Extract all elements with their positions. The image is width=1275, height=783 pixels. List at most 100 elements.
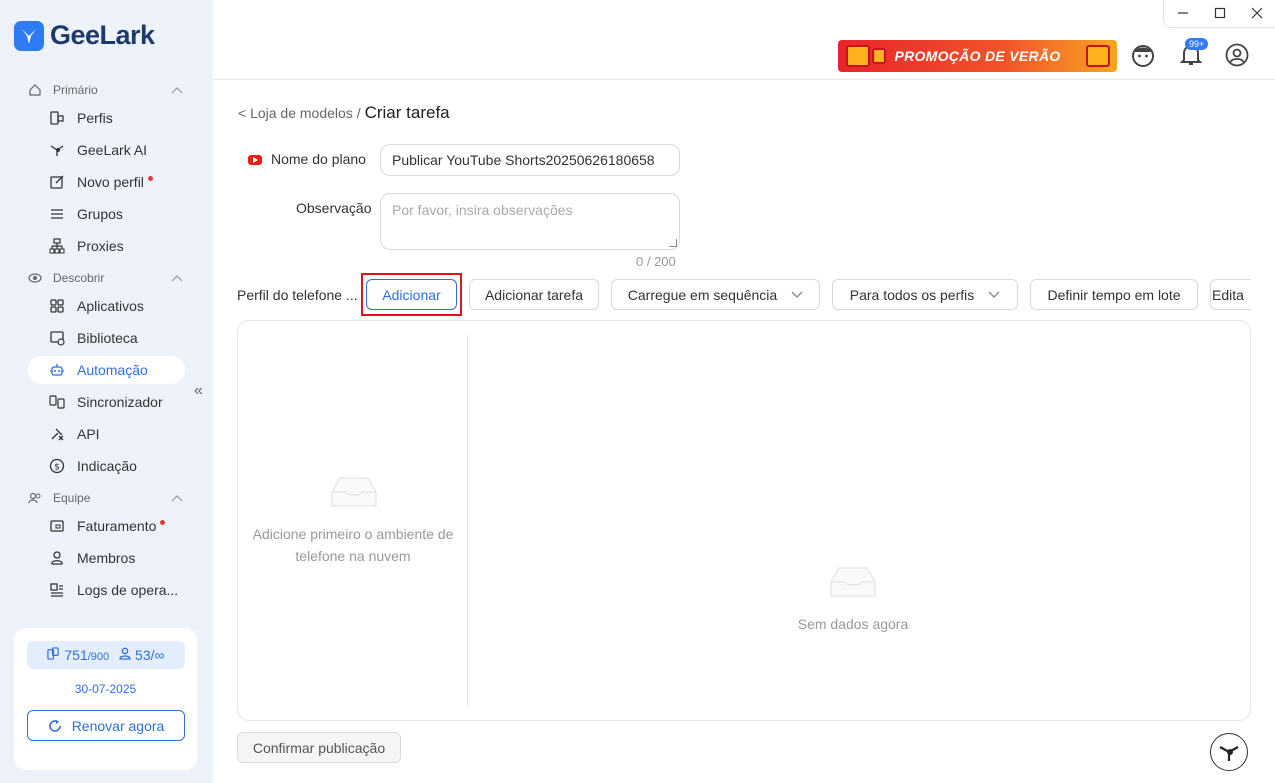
sidebar-item-geelark-ai[interactable]: GeeLark AI (28, 136, 185, 164)
sidebar-item-logs[interactable]: Logs de opera... (28, 576, 185, 604)
window-controls (1163, 0, 1275, 28)
list-icon (48, 205, 66, 223)
sidebar-item-grupos[interactable]: Grupos (28, 200, 185, 228)
app-logo[interactable]: GeeLark (14, 20, 155, 51)
section-label: Primário (53, 83, 98, 97)
batch-time-button[interactable]: Definir tempo em lote (1030, 279, 1198, 310)
sync-icon (48, 393, 66, 411)
observation-textarea[interactable]: Por favor, insira observações (380, 193, 680, 250)
section-label: Descobrir (53, 271, 105, 285)
edit-icon (48, 173, 66, 191)
sidebar-item-membros[interactable]: Membros (28, 544, 185, 572)
collapse-sidebar-icon[interactable]: « (194, 382, 203, 400)
sidebar: GeeLark Primário Perfis GeeLark AI Novo … (0, 0, 213, 783)
sidebar-item-perfis[interactable]: Perfis (28, 104, 185, 132)
char-counter: 0 / 200 (636, 254, 676, 269)
summer-promo-banner[interactable]: PROMOÇÃO DE VERÃO (838, 40, 1117, 72)
edit-button[interactable]: Edita (1210, 279, 1251, 310)
ai-icon (48, 141, 66, 159)
sidebar-item-label: Perfis (77, 110, 113, 126)
section-descobrir[interactable]: Descobrir (28, 268, 183, 288)
geelark-logo-icon (14, 20, 44, 51)
support-avatar-icon[interactable] (1130, 42, 1156, 68)
sidebar-item-faturamento[interactable]: Faturamento (28, 512, 185, 540)
robot-icon (48, 361, 66, 379)
resize-handle-icon[interactable] (669, 239, 677, 247)
member-icon (119, 647, 131, 660)
member-quota: 53/∞ (119, 647, 165, 663)
load-sequence-select[interactable]: Carregue em sequência (611, 279, 820, 310)
breadcrumb: < Loja de modelos / Criar tarefa (238, 103, 450, 123)
section-label: Equipe (53, 491, 91, 505)
phones-max: /900 (87, 651, 110, 663)
svg-text:$: $ (54, 463, 60, 473)
phone-profile-label: Perfil do telefone ... (237, 287, 358, 303)
chevron-up-icon (171, 83, 183, 97)
chevron-up-icon (171, 491, 183, 505)
empty-inbox-icon (331, 477, 377, 507)
api-icon (48, 425, 66, 443)
maximize-icon[interactable] (1214, 6, 1226, 22)
apps-icon (48, 297, 66, 315)
billing-icon (48, 517, 66, 535)
assistant-float-icon[interactable] (1210, 733, 1248, 771)
logs-icon (48, 581, 66, 599)
user-profile-icon[interactable] (1224, 42, 1250, 68)
notification-dot (147, 175, 153, 181)
section-equipe[interactable]: Equipe (28, 488, 183, 508)
sidebar-item-label: Novo perfil (77, 174, 144, 190)
youtube-icon (248, 155, 262, 166)
members-count: 53/∞ (135, 647, 165, 663)
minimize-icon[interactable] (1177, 6, 1189, 22)
chevron-down-icon (988, 288, 1000, 302)
dollar-icon: $ (48, 457, 66, 475)
sidebar-item-api[interactable]: API (28, 420, 185, 448)
empty-inbox-icon (830, 567, 876, 597)
sidebar-item-label: Grupos (77, 206, 123, 222)
all-profiles-label: Para todos os perfis (849, 286, 975, 303)
highlight-frame (361, 273, 462, 316)
phone-icon (47, 647, 60, 660)
notification-badge: 99+ (1185, 38, 1209, 50)
chevron-up-icon (171, 271, 183, 285)
gift-icon (1086, 45, 1110, 67)
sidebar-item-label: Biblioteca (77, 330, 138, 346)
sidebar-item-proxies[interactable]: Proxies (28, 232, 185, 260)
sidebar-item-label: GeeLark AI (77, 142, 148, 158)
library-icon (48, 329, 66, 347)
user-icon (48, 549, 66, 567)
sidebar-item-label: Logs de opera... (77, 582, 179, 598)
panel-divider (467, 335, 468, 706)
sidebar-item-label: Membros (77, 550, 136, 566)
sidebar-item-biblioteca[interactable]: Biblioteca (28, 324, 185, 352)
phone-quota: 751/900 (47, 647, 109, 663)
profiles-icon (48, 109, 66, 127)
phones-used: 751 (64, 647, 88, 663)
profiles-panel (237, 320, 1251, 721)
promo-label: PROMOÇÃO DE VERÃO (894, 48, 1061, 64)
plan-name-input[interactable]: Publicar YouTube Shorts20250626180658 (380, 144, 680, 176)
sidebar-item-indicacao[interactable]: $ Indicação (28, 452, 185, 480)
add-task-button[interactable]: Adicionar tarefa (469, 279, 599, 310)
section-primario[interactable]: Primário (28, 80, 183, 100)
confirm-publish-button[interactable]: Confirmar publicação (237, 732, 401, 763)
gift-icon (872, 48, 886, 64)
sidebar-item-novo-perfil[interactable]: Novo perfil (28, 168, 185, 196)
eye-icon (28, 270, 44, 286)
chevron-down-icon (791, 288, 803, 302)
account-stats: 751/900 53/∞ (27, 641, 185, 669)
breadcrumb-back-link[interactable]: < Loja de modelos / (238, 105, 361, 121)
batch-time-label: Definir tempo em lote (1047, 286, 1181, 303)
all-profiles-select[interactable]: Para todos os perfis (832, 279, 1018, 310)
sidebar-item-sincronizador[interactable]: Sincronizador (28, 388, 185, 416)
sidebar-item-label: API (77, 426, 100, 442)
sidebar-item-aplicativos[interactable]: Aplicativos (28, 292, 185, 320)
sidebar-item-label: Automação (77, 362, 148, 378)
close-icon[interactable] (1251, 6, 1263, 22)
sidebar-item-label: Indicação (77, 458, 137, 474)
sidebar-item-label: Sincronizador (77, 394, 163, 410)
app-name: GeeLark (50, 20, 155, 50)
sidebar-item-automacao[interactable]: Automação (28, 356, 185, 384)
account-card: 751/900 53/∞ 30-07-2025 Renovar agora (14, 628, 197, 770)
renew-button[interactable]: Renovar agora (27, 710, 185, 741)
